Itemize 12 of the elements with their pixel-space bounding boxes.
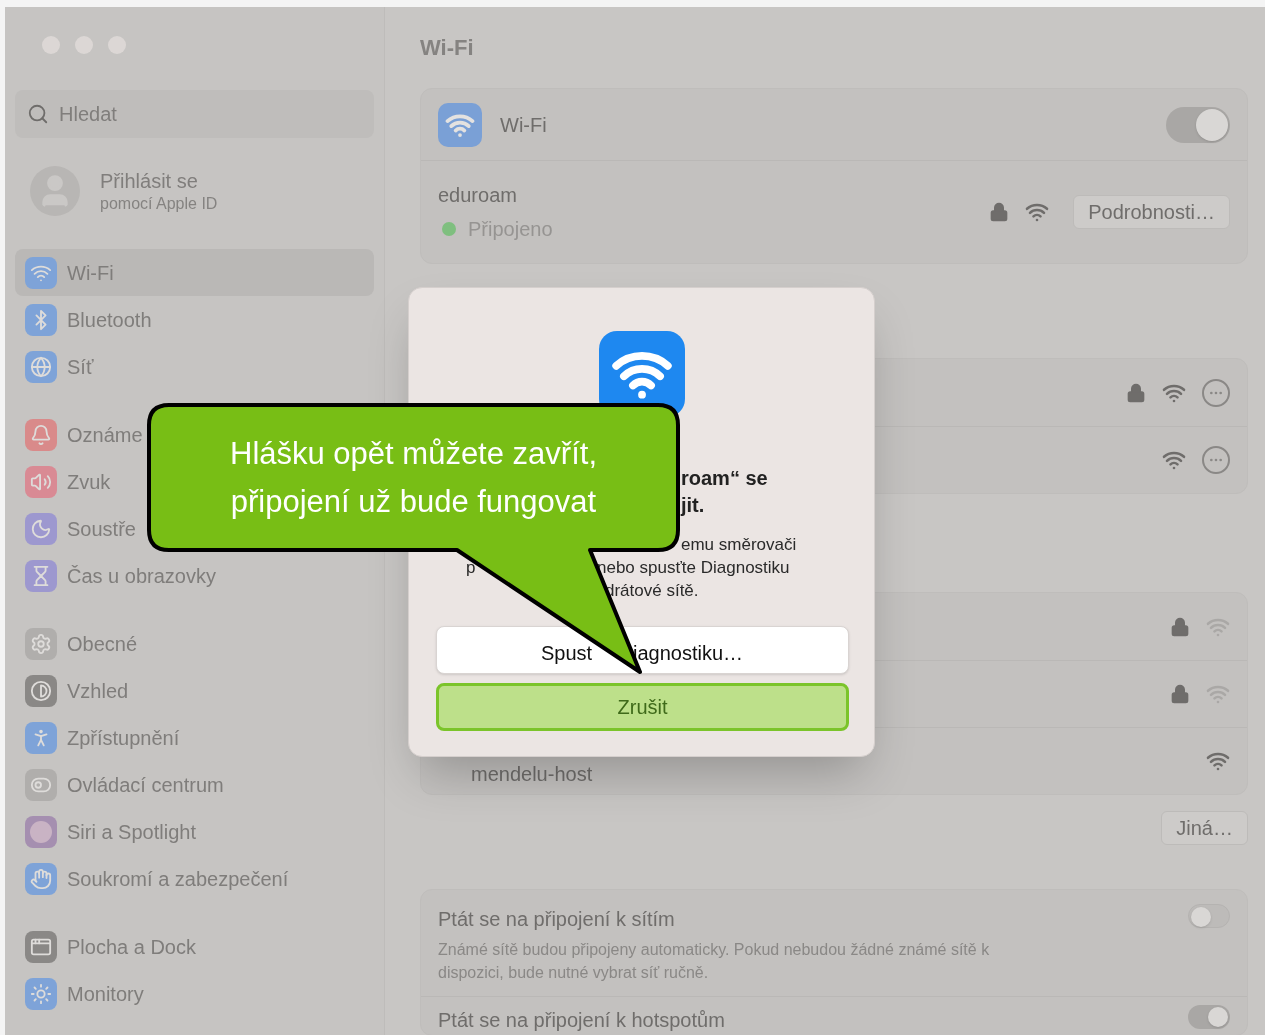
setting-title: Ptát se na připojení k sítím [438, 907, 676, 932]
dialog-message: emu směrovači [681, 534, 797, 556]
dialog-title: roam“ se [681, 466, 768, 491]
dialog-title: jit. [681, 493, 705, 518]
dialog-message: p [466, 557, 476, 579]
account-subtitle: pomocí Apple ID [100, 194, 218, 214]
callout-text: Hlášku opět můžete zavřít, připojení už bude fungovat [229, 435, 598, 521]
setting-description: Známé sítě budou připojeny automaticky. Pokud nebudou žádné známé sítě k dispozici, bude nutné vybrat síť ručně. [438, 940, 991, 983]
setting-title: Ptát se na připojení k hotspotům [438, 1008, 725, 1033]
page-title: Wi-Fi [420, 34, 475, 61]
wifi-label: Wi-Fi [500, 112, 548, 138]
network-name: eduroam [438, 183, 518, 208]
